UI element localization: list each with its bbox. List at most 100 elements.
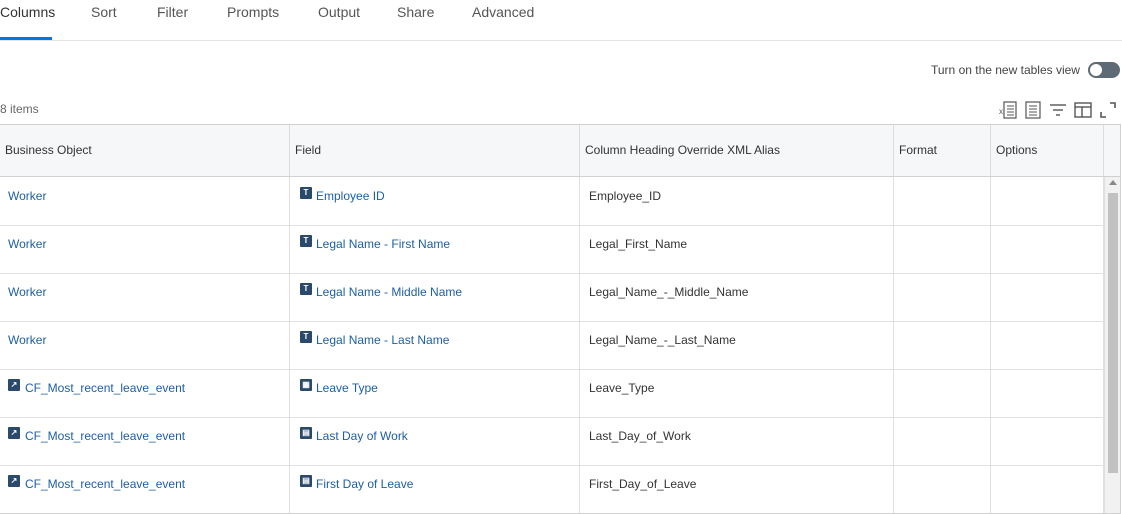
format-cell[interactable] — [894, 177, 991, 225]
table-row: ↗ CF_Most_recent_leave_event ▤ Last Day of … — [0, 417, 1104, 466]
field-cell: T Employee ID — [290, 177, 580, 225]
xml-alias-text: Leave_Type — [589, 381, 655, 395]
xml-alias-text: Employee_ID — [589, 189, 662, 203]
table-row: Worker T Employee ID Employee_ID — [0, 177, 1104, 226]
tab-output[interactable]: Output — [318, 4, 360, 20]
business-object-cell: Worker — [0, 225, 290, 273]
svg-text:x: x — [999, 107, 1003, 116]
header-field[interactable]: Field — [290, 125, 580, 176]
column-heading-override-cell[interactable]: Last_Day_of_Work — [580, 417, 894, 465]
format-cell[interactable] — [894, 417, 991, 465]
column-chooser-icon[interactable] — [1073, 100, 1093, 120]
new-tables-view-toggle-row: Turn on the new tables view — [931, 62, 1120, 78]
table-row: Worker T Legal Name - First Name Legal_Firs… — [0, 225, 1104, 274]
field-link[interactable]: Legal Name - First Name — [316, 237, 450, 251]
business-object-link[interactable]: Worker — [8, 285, 46, 299]
format-cell[interactable] — [894, 321, 991, 369]
business-object-link[interactable]: Worker — [8, 333, 46, 347]
xml-alias-text: First_Day_of_Leave — [589, 477, 697, 491]
tab-prompts[interactable]: Prompts — [227, 4, 279, 20]
header-options[interactable]: Options — [991, 125, 1104, 176]
active-tab-indicator — [0, 37, 52, 40]
table-scrollbar[interactable] — [1104, 177, 1120, 513]
column-heading-override-cell[interactable]: First_Day_of_Leave — [580, 465, 894, 513]
header-business-object[interactable]: Business Object — [0, 125, 290, 176]
fullscreen-icon[interactable] — [1098, 100, 1118, 120]
column-heading-override-cell[interactable]: Legal_Name_-_Last_Name — [580, 321, 894, 369]
field-cell: T Legal Name - Middle Name — [290, 273, 580, 321]
column-heading-override-cell[interactable]: Leave_Type — [580, 369, 894, 417]
scroll-thumb[interactable] — [1108, 193, 1118, 473]
tab-share[interactable]: Share — [397, 4, 434, 20]
table-row: ↗ CF_Most_recent_leave_event ▦ Leave Type Le… — [0, 369, 1104, 418]
column-heading-override-cell[interactable]: Employee_ID — [580, 177, 894, 225]
filter-icon[interactable] — [1048, 100, 1068, 120]
business-object-cell: ↗ CF_Most_recent_leave_event — [0, 465, 290, 513]
business-object-link[interactable]: CF_Most_recent_leave_event — [25, 477, 185, 491]
text-field-icon: T — [300, 235, 312, 247]
xml-alias-text: Last_Day_of_Work — [589, 429, 691, 443]
table-toolbar: x — [998, 100, 1118, 120]
header-format[interactable]: Format — [894, 125, 991, 176]
toggle-label: Turn on the new tables view — [931, 63, 1080, 77]
text-field-icon: T — [300, 187, 312, 199]
items-count: 8 items — [0, 102, 39, 116]
format-cell[interactable] — [894, 273, 991, 321]
tab-columns[interactable]: Columns — [0, 4, 55, 20]
table-row: Worker T Legal Name - Middle Name Legal_Nam… — [0, 273, 1104, 322]
business-object-link[interactable]: Worker — [8, 189, 46, 203]
options-cell[interactable] — [991, 417, 1104, 465]
tab-bar: Columns Sort Filter Prompts Output Share… — [0, 0, 1122, 41]
field-cell: T Legal Name - Last Name — [290, 321, 580, 369]
business-object-cell: Worker — [0, 321, 290, 369]
new-tables-view-toggle[interactable] — [1087, 62, 1120, 78]
options-cell[interactable] — [991, 465, 1104, 513]
export-excel-icon[interactable]: x — [998, 100, 1018, 120]
field-link[interactable]: Legal Name - Middle Name — [316, 285, 462, 299]
format-cell[interactable] — [894, 225, 991, 273]
options-cell[interactable] — [991, 225, 1104, 273]
field-link[interactable]: Employee ID — [316, 189, 385, 203]
field-cell: ▤ First Day of Leave — [290, 465, 580, 513]
field-link[interactable]: Last Day of Work — [316, 429, 408, 443]
table-header: Business Object Field Column Heading Ove… — [0, 125, 1120, 177]
options-cell[interactable] — [991, 177, 1104, 225]
business-object-link[interactable]: CF_Most_recent_leave_event — [25, 381, 185, 395]
business-object-cell: ↗ CF_Most_recent_leave_event — [0, 369, 290, 417]
toggle-knob — [1089, 64, 1102, 76]
table-row: ↗ CF_Most_recent_leave_event ▤ First Day of… — [0, 465, 1104, 513]
options-cell[interactable] — [991, 369, 1104, 417]
table-row: Worker T Legal Name - Last Name Legal_Name_… — [0, 321, 1104, 370]
tab-advanced[interactable]: Advanced — [472, 4, 534, 20]
export-pdf-icon[interactable] — [1023, 100, 1043, 120]
field-link[interactable]: Legal Name - Last Name — [316, 333, 449, 347]
column-heading-override-cell[interactable]: Legal_Name_-_Middle_Name — [580, 273, 894, 321]
date-field-icon: ▤ — [300, 427, 312, 439]
calculated-field-icon: ↗ — [8, 427, 20, 439]
field-link[interactable]: First Day of Leave — [316, 477, 413, 491]
xml-alias-text: Legal_First_Name — [589, 237, 688, 251]
field-cell: ▤ Last Day of Work — [290, 417, 580, 465]
format-cell[interactable] — [894, 369, 991, 417]
text-field-icon: T — [300, 331, 312, 343]
tab-sort[interactable]: Sort — [91, 4, 117, 20]
calculated-field-icon: ↗ — [8, 379, 20, 391]
business-object-link[interactable]: Worker — [8, 237, 46, 251]
xml-alias-text: Legal_Name_-_Middle_Name — [589, 285, 749, 299]
scroll-up-arrow-icon[interactable] — [1109, 180, 1117, 185]
date-field-icon: ▤ — [300, 475, 312, 487]
field-cell: T Legal Name - First Name — [290, 225, 580, 273]
text-field-icon: T — [300, 283, 312, 295]
calculated-field-icon: ↗ — [8, 475, 20, 487]
options-cell[interactable] — [991, 273, 1104, 321]
business-object-cell: Worker — [0, 273, 290, 321]
business-object-link[interactable]: CF_Most_recent_leave_event — [25, 429, 185, 443]
options-cell[interactable] — [991, 321, 1104, 369]
field-link[interactable]: Leave Type — [316, 381, 378, 395]
format-cell[interactable] — [894, 465, 991, 513]
column-heading-override-cell[interactable]: Legal_First_Name — [580, 225, 894, 273]
xml-alias-text: Legal_Name_-_Last_Name — [589, 333, 736, 347]
header-column-heading-override[interactable]: Column Heading Override XML Alias — [580, 125, 894, 176]
single-instance-field-icon: ▦ — [300, 379, 312, 391]
tab-filter[interactable]: Filter — [157, 4, 188, 20]
